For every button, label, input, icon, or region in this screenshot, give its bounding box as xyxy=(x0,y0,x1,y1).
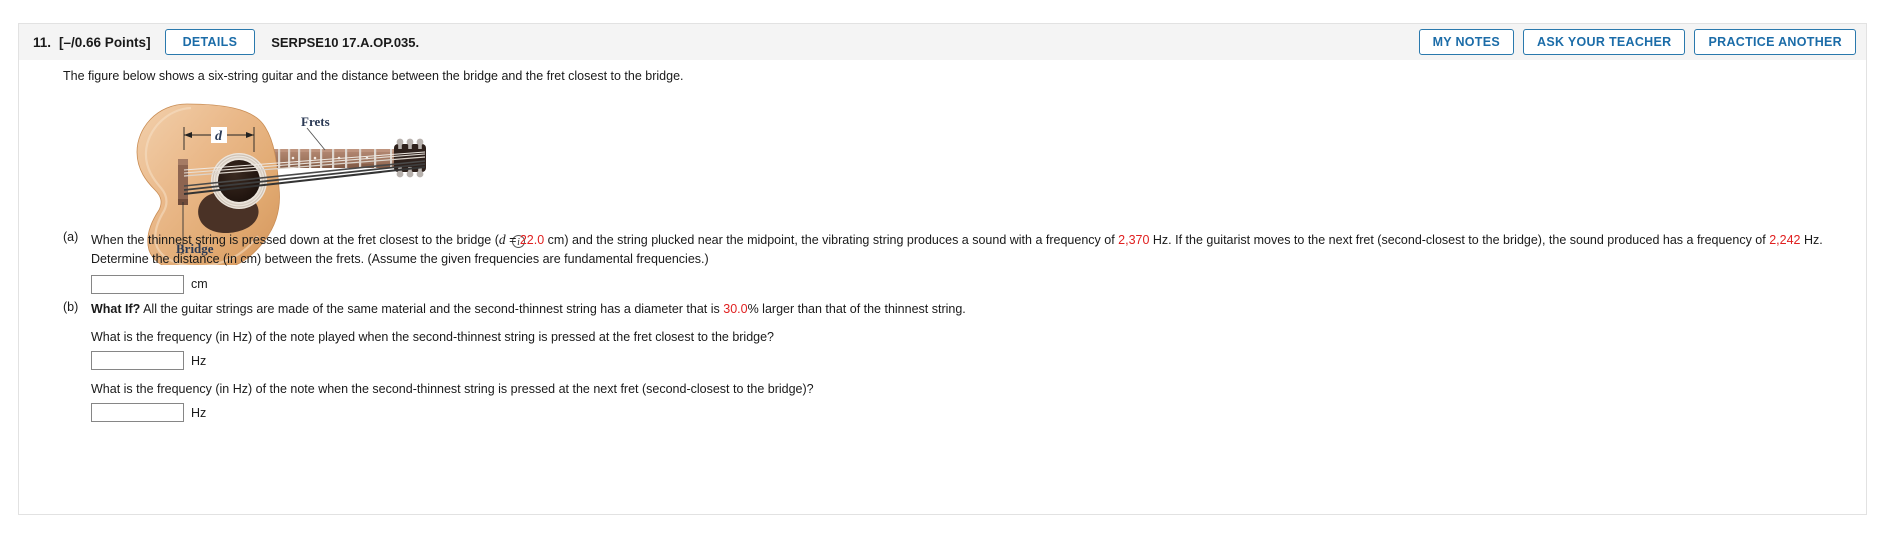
part-b-sub-2-answer-row: Hz xyxy=(91,403,1853,423)
frets-leader-line xyxy=(306,127,326,151)
question-code: SERPSE10 17.A.OP.035. xyxy=(271,34,420,50)
part-a-text-3: Hz. If the guitarist moves to the next f… xyxy=(1149,233,1770,247)
part-a-freq-1: 2,370 xyxy=(1118,233,1150,247)
dimension-d-label: d xyxy=(215,129,223,144)
my-notes-button[interactable]: MY NOTES xyxy=(1418,28,1515,56)
question-number: 11. xyxy=(33,34,52,50)
ask-your-teacher-button[interactable]: ASK YOUR TEACHER xyxy=(1523,28,1686,56)
part-b-sub-1-answer-row: Hz xyxy=(91,351,1853,371)
part-a-row: (a) When the thinnest string is pressed … xyxy=(63,230,1853,268)
part-b: (b) What If? All the guitar strings are … xyxy=(63,300,1853,423)
part-b-text-1: All the guitar strings are made of the s… xyxy=(140,302,724,316)
part-a-answer-row: cm xyxy=(91,274,1853,294)
part-b-sub-2-unit: Hz xyxy=(191,405,207,420)
part-a: (a) When the thinnest string is pressed … xyxy=(63,230,1853,294)
question-body: The figure below shows a six-string guit… xyxy=(18,60,1867,515)
question-page: 11. [–/0.66 Points] DETAILS SERPSE10 17.… xyxy=(0,0,1885,537)
part-a-d-value: 22.0 xyxy=(519,233,545,247)
part-b-row: (b) What If? All the guitar strings are … xyxy=(63,300,1853,318)
part-b-sub-1-question: What is the frequency (in Hz) of the not… xyxy=(91,330,775,345)
part-a-text: When the thinnest string is pressed down… xyxy=(91,230,1853,268)
question-header: 11. [–/0.66 Points] DETAILS SERPSE10 17.… xyxy=(18,23,1867,60)
part-b-what-if: What If? xyxy=(91,302,141,316)
part-a-tag: (a) xyxy=(63,230,79,244)
part-b-sub-1-unit: Hz xyxy=(191,353,207,368)
header-actions: MY NOTES ASK YOUR TEACHER PRACTICE ANOTH… xyxy=(1418,28,1856,56)
details-button[interactable]: DETAILS xyxy=(164,28,256,56)
part-b-text: What If? All the guitar strings are made… xyxy=(91,300,1853,318)
part-a-answer-input[interactable] xyxy=(91,274,184,294)
question-stem: The figure below shows a six-string guit… xyxy=(63,69,684,83)
part-a-unit: cm xyxy=(191,277,208,292)
part-b-tag: (b) xyxy=(63,300,79,314)
part-a-text-2: cm) and the string plucked near the midp… xyxy=(544,233,1119,247)
points-badge: [–/0.66 Points] xyxy=(59,34,151,50)
part-b-sub-2-answer-input[interactable] xyxy=(91,403,184,423)
part-a-text-1: When the thinnest string is pressed down… xyxy=(91,233,499,247)
practice-another-button[interactable]: PRACTICE ANOTHER xyxy=(1694,28,1856,56)
part-b-sub-2-question: What is the frequency (in Hz) of the not… xyxy=(91,382,814,397)
frets-label: Frets xyxy=(301,114,330,129)
part-b-pct-value: 30.0 xyxy=(723,302,748,316)
part-a-eq: = xyxy=(505,233,520,247)
part-b-sub-1-answer-input[interactable] xyxy=(91,351,184,371)
part-b-text-2: % larger than that of the thinnest strin… xyxy=(747,302,966,316)
bridge-block xyxy=(178,159,188,205)
part-a-freq-2: 2,242 xyxy=(1769,233,1801,247)
part-a-var-d: d xyxy=(498,232,506,247)
